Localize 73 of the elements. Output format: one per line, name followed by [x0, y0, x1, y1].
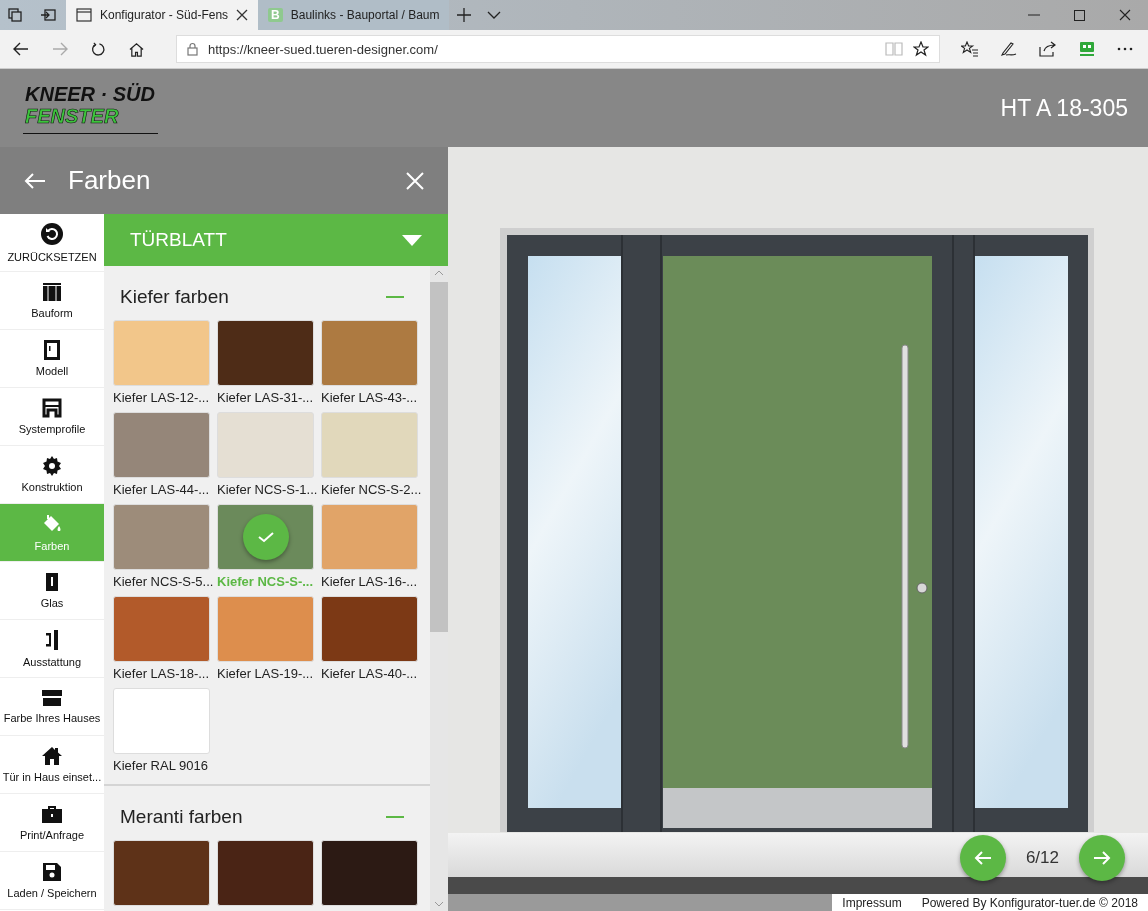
color-swatch[interactable] — [217, 412, 314, 478]
swatch-label: Kiefer LAS-18-... — [113, 665, 210, 682]
group-title[interactable]: Meranti farben — [120, 806, 243, 828]
footer-link[interactable]: Impressum — [842, 895, 902, 910]
color-swatch[interactable] — [113, 596, 210, 662]
door-handle-icon — [45, 629, 59, 651]
color-swatch[interactable] — [113, 412, 210, 478]
color-swatch[interactable] — [113, 840, 210, 906]
extension-icon[interactable] — [1078, 41, 1096, 57]
favorites-list-icon[interactable] — [961, 41, 979, 57]
set-aside-tabs-icon[interactable] — [40, 8, 56, 22]
close-icon[interactable] — [236, 9, 249, 21]
refresh-icon[interactable] — [91, 41, 106, 57]
group-title[interactable]: Kiefer farben — [120, 286, 229, 308]
tab-title: Baulinks - Bauportal / Baum — [290, 8, 440, 22]
swatch-label: Kiefer NCS-S-... — [217, 573, 314, 590]
maximize-icon[interactable] — [1074, 9, 1085, 21]
color-swatch[interactable] — [321, 840, 418, 906]
model-name: HT A 18-305 — [1000, 94, 1128, 122]
address-field[interactable]: https://kneer-sued.tueren-designer.com/ — [176, 35, 940, 63]
color-swatch[interactable] — [217, 320, 314, 386]
color-swatch[interactable] — [113, 504, 210, 570]
color-swatch[interactable] — [113, 320, 210, 386]
wall-icon — [41, 689, 63, 707]
right-arrow-icon — [1093, 851, 1111, 865]
share-icon[interactable] — [1039, 41, 1057, 57]
window-frame-icon — [42, 398, 62, 418]
url-text: https://kneer-sued.tueren-designer.com/ — [208, 41, 438, 57]
page-icon — [76, 8, 92, 22]
more-icon[interactable] — [1117, 47, 1133, 51]
tab-list-icon[interactable] — [8, 8, 22, 22]
chevron-down-icon[interactable] — [487, 11, 502, 19]
swatch-label: Kiefer LAS-44-... — [113, 481, 210, 498]
tab-title: Konfigurator - Süd-Fens — [100, 8, 229, 22]
dropdown-caret-icon — [402, 234, 422, 246]
swatch-label: Kiefer LAS-43-... — [321, 389, 418, 406]
pen-icon[interactable] — [1000, 41, 1018, 57]
page-counter: 6/12 — [1025, 848, 1059, 868]
swatch-label: Kiefer LAS-31-... — [217, 389, 314, 406]
back-arrow-icon[interactable] — [13, 42, 29, 56]
color-swatch[interactable] — [217, 596, 314, 662]
settings-icon — [42, 456, 62, 476]
glass-pane-icon — [45, 572, 59, 592]
star-icon[interactable] — [913, 41, 929, 57]
site-favicon: B — [268, 8, 283, 22]
door-icon — [44, 340, 60, 360]
browser-tab[interactable]: B Baulinks - Bauportal / Baum — [258, 0, 450, 30]
color-swatch[interactable] — [217, 840, 314, 906]
swatch-label: Kiefer LAS-12-... — [113, 389, 210, 406]
color-swatch[interactable] — [321, 596, 418, 662]
browser-tab[interactable]: Konfigurator - Süd-Fens — [66, 0, 259, 30]
panel-title: Farben — [68, 165, 151, 196]
left-arrow-icon — [973, 851, 992, 865]
swatch-label: Kiefer LAS-40-... — [321, 665, 418, 682]
briefcase-icon — [41, 804, 63, 824]
company-logo[interactable]: KNEER · SÜD FENSTER — [23, 82, 158, 134]
door-frame-icon — [42, 282, 62, 302]
close-icon[interactable] — [1119, 9, 1131, 21]
swatch-label: Kiefer RAL 9016 — [113, 757, 209, 774]
reset-icon — [40, 222, 64, 246]
swatch-label: Kiefer LAS-19-... — [217, 665, 314, 682]
swatch-label: Kiefer LAS-16-... — [321, 573, 418, 590]
color-swatch[interactable] — [217, 504, 314, 570]
lock-icon — [187, 42, 198, 56]
color-swatch[interactable] — [321, 412, 418, 478]
home-icon[interactable] — [129, 41, 144, 57]
color-swatch[interactable] — [113, 688, 210, 754]
color-swatch[interactable] — [321, 504, 418, 570]
color-swatch[interactable] — [321, 320, 418, 386]
footer-link[interactable]: Powered By Konfigurator-tuer.de © 2018 — [921, 895, 1138, 910]
new-tab-icon[interactable] — [457, 8, 472, 22]
home-icon — [41, 746, 63, 766]
check-icon — [242, 514, 289, 560]
